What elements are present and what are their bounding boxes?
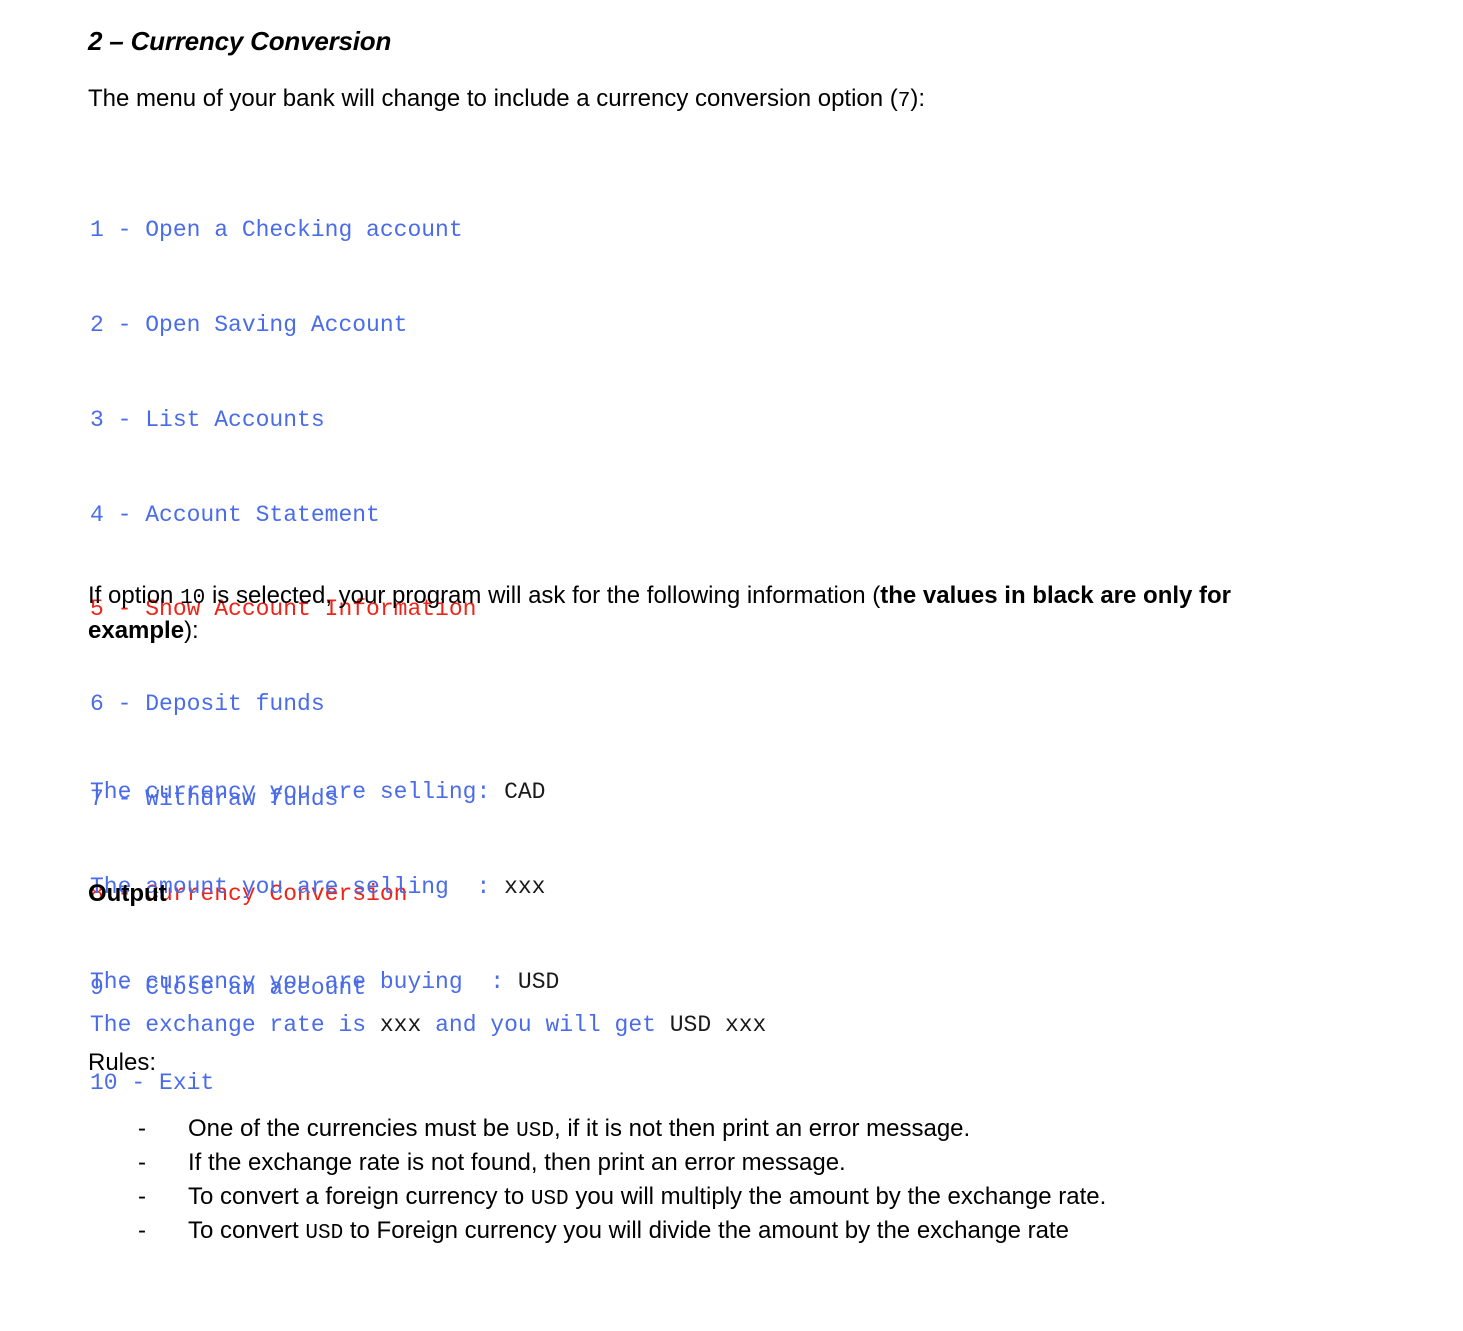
rule-1-code: USD <box>516 1120 554 1143</box>
title-block: 2 – Currency Conversion <box>88 10 1378 58</box>
rule-item-4: - To convert USD to Foreign currency you … <box>88 1215 1378 1249</box>
option-note-paragraph: If option 10 is selected, your program w… <box>88 580 1333 647</box>
option-note-code: 10 <box>180 587 206 610</box>
exchange-rate-output: The exchange rate is xxx and you will ge… <box>90 947 1190 1105</box>
rule-4-pre: To convert <box>188 1217 306 1244</box>
rule-item-1: - One of the currencies must be USD, if i… <box>88 1113 1378 1147</box>
prompt-label-selling-currency: The currency you are selling <box>90 779 477 806</box>
output-value-rate: xxx <box>379 1012 422 1039</box>
rule-1-pre: One of the currencies must be <box>188 1115 517 1142</box>
prompt-sep-selling-currency: : <box>476 779 505 806</box>
rule-bullet-1: - <box>138 1115 146 1142</box>
page-title: 2 – Currency Conversion <box>88 26 392 56</box>
output-heading-block: Output <box>88 879 988 909</box>
rule-4-code: USD <box>305 1222 344 1245</box>
intro-paragraph-block: The menu of your bank will change to inc… <box>88 83 1378 118</box>
menu-line-2: 2 - Open Saving Account <box>90 311 408 338</box>
rules-list-block: - One of the currencies must be USD, if i… <box>88 1113 1378 1249</box>
rule-bullet-2: - <box>138 1149 146 1176</box>
option-note-part1: If option <box>88 582 181 609</box>
rule-3-pre: To convert a foreign currency to <box>188 1183 531 1210</box>
option-note-block: If option 10 is selected, your program w… <box>88 580 1333 647</box>
rule-item-3: - To convert a foreign currency to USD yo… <box>88 1181 1378 1215</box>
menu-line-1: 1 - Open a Checking account <box>90 217 463 244</box>
rule-3-post: you will multiply the amount by the exch… <box>568 1183 1107 1210</box>
intro-option-code: 7 <box>897 90 911 113</box>
prompt-line-selling-currency: The currency you are selling: CAD <box>90 777 990 809</box>
rule-item-2: - If the exchange rate is not found, then… <box>88 1147 1378 1181</box>
menu-line-4: 4 - Account Statement <box>90 501 380 528</box>
rules-heading: Rules: <box>88 1049 157 1076</box>
output-line: The exchange rate is xxx and you will ge… <box>90 1010 1190 1042</box>
output-code-block: The exchange rate is xxx and you will ge… <box>90 947 1190 1105</box>
rule-4-post: to Foreign currency you will divide the … <box>343 1217 1069 1244</box>
output-value-amount: USD xxx <box>669 1012 767 1039</box>
output-seg-1: The exchange rate is <box>90 1012 380 1039</box>
output-heading: Output <box>88 880 167 907</box>
rule-2-pre: If the exchange rate is not found, then … <box>188 1149 846 1176</box>
rule-1-post: , if it is not then print an error messa… <box>553 1115 971 1142</box>
rules-list: - One of the currencies must be USD, if i… <box>88 1113 1378 1249</box>
intro-paragraph: The menu of your bank will change to inc… <box>88 83 1378 118</box>
intro-text-after: ): <box>910 85 926 112</box>
output-seg-2: and you will get <box>421 1012 670 1039</box>
option-note-part2: is selected, your program will ask for t… <box>205 582 881 609</box>
intro-text-before: The menu of your bank will change to inc… <box>88 85 898 112</box>
rule-bullet-4: - <box>138 1217 146 1244</box>
document-page: 2 – Currency Conversion The menu of your… <box>0 0 1463 1331</box>
option-note-part3: ): <box>184 617 199 644</box>
prompt-value-selling-currency: CAD <box>504 779 546 806</box>
rules-heading-block: Rules: <box>88 1047 988 1079</box>
menu-line-3: 3 - List Accounts <box>90 406 325 433</box>
rule-bullet-3: - <box>138 1183 146 1210</box>
rule-3-code: USD <box>530 1188 569 1211</box>
